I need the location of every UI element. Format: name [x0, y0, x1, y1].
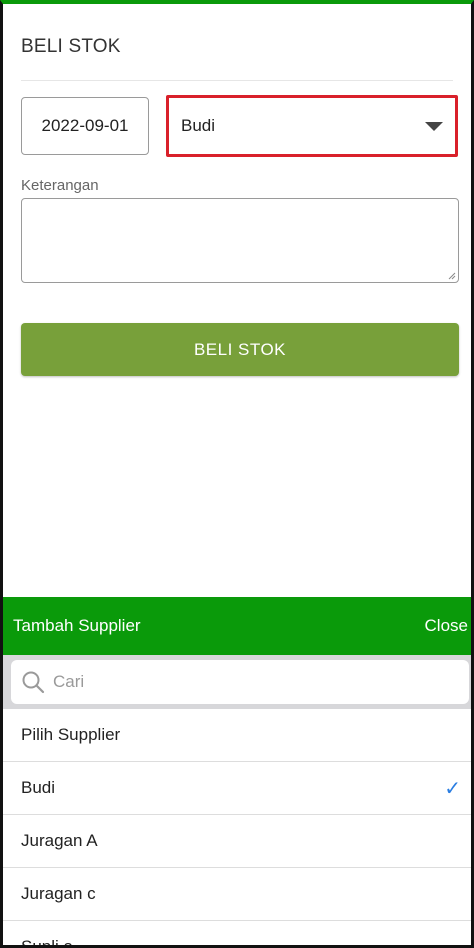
supplier-option[interactable]: Juragan c	[3, 868, 471, 921]
supplier-option[interactable]: Supli a	[3, 921, 471, 948]
supplier-option-label: Pilih Supplier	[21, 725, 121, 744]
checkmark-icon: ✓	[444, 777, 461, 800]
supplier-option-label: Budi	[21, 778, 56, 797]
tambah-supplier-button[interactable]: Tambah Supplier	[13, 616, 141, 636]
supplier-option-label: Juragan A	[21, 831, 98, 850]
supplier-option-label: Juragan c	[21, 884, 96, 903]
supplier-option[interactable]: Pilih Supplier	[3, 709, 471, 762]
search-bar: Cari	[3, 655, 471, 709]
resize-grip-icon[interactable]	[448, 272, 456, 280]
caret-down-icon	[425, 121, 443, 131]
supplier-option[interactable]: Budi ✓	[3, 762, 471, 815]
supplier-select[interactable]: Budi	[166, 95, 458, 157]
keterangan-textarea[interactable]	[21, 198, 459, 283]
beli-stok-button[interactable]: BELI STOK	[21, 323, 459, 376]
supplier-option-label: Supli a	[21, 937, 73, 948]
search-placeholder: Cari	[53, 672, 85, 691]
close-button[interactable]: Close	[425, 616, 468, 636]
date-field[interactable]: 2022-09-01	[21, 97, 149, 155]
search-input[interactable]: Cari	[11, 660, 469, 704]
picker-toolbar: Tambah Supplier Close	[3, 597, 471, 655]
keterangan-label: Keterangan	[21, 177, 99, 194]
supplier-option[interactable]: Juragan A	[3, 815, 471, 868]
supplier-select-value: Budi	[181, 116, 216, 135]
search-icon	[22, 671, 45, 694]
page-title: BELI STOK	[21, 36, 121, 57]
app-frame: BELI STOK 2022-09-01 Budi Keterangan BEL…	[0, 0, 474, 948]
supplier-list: Pilih Supplier Budi ✓ Juragan A Juragan c Sup…	[3, 709, 471, 948]
header-divider	[21, 80, 453, 81]
